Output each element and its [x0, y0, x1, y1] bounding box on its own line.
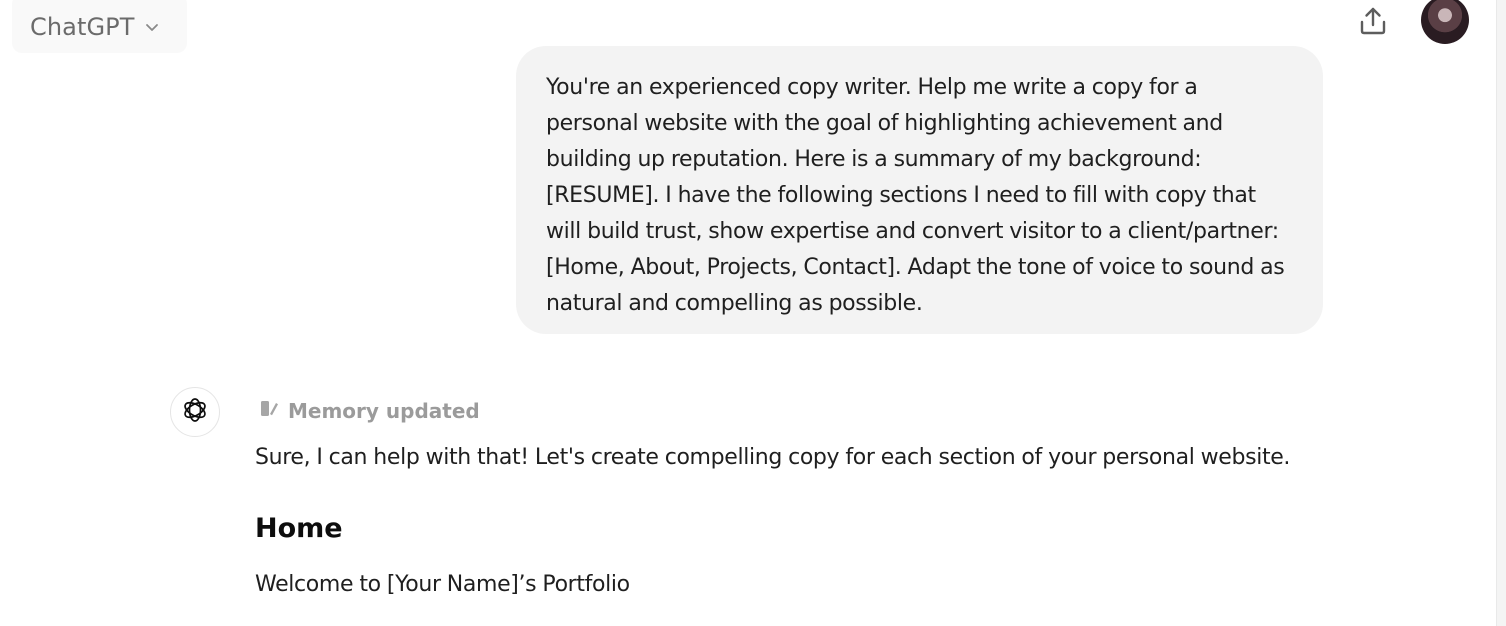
- scrollbar[interactable]: [1496, 0, 1506, 626]
- model-name: ChatGPT: [30, 12, 135, 41]
- chevron-down-icon: [143, 18, 161, 36]
- memory-updated-label: Memory updated: [288, 399, 480, 423]
- share-button[interactable]: [1354, 4, 1392, 42]
- section-home-text: Welcome to [Your Name]’s Portfolio: [255, 572, 630, 597]
- section-heading-home: Home: [255, 513, 343, 544]
- chat-page: ChatGPT You're an experienced copy write…: [0, 0, 1506, 626]
- assistant-message: Sure, I can help with that! Let's create…: [255, 440, 1455, 603]
- user-avatar[interactable]: [1421, 0, 1469, 44]
- user-message-text: You're an experienced copy writer. Help …: [546, 75, 1285, 316]
- assistant-intro-text: Sure, I can help with that! Let's create…: [255, 445, 1291, 470]
- model-selector-button[interactable]: ChatGPT: [12, 0, 187, 53]
- user-message-bubble: You're an experienced copy writer. Help …: [516, 46, 1323, 334]
- share-upload-icon: [1357, 5, 1389, 41]
- memory-edit-icon: [258, 398, 280, 424]
- memory-updated-button[interactable]: Memory updated: [258, 398, 480, 424]
- openai-logo-icon: [180, 395, 210, 429]
- assistant-avatar: [170, 387, 220, 437]
